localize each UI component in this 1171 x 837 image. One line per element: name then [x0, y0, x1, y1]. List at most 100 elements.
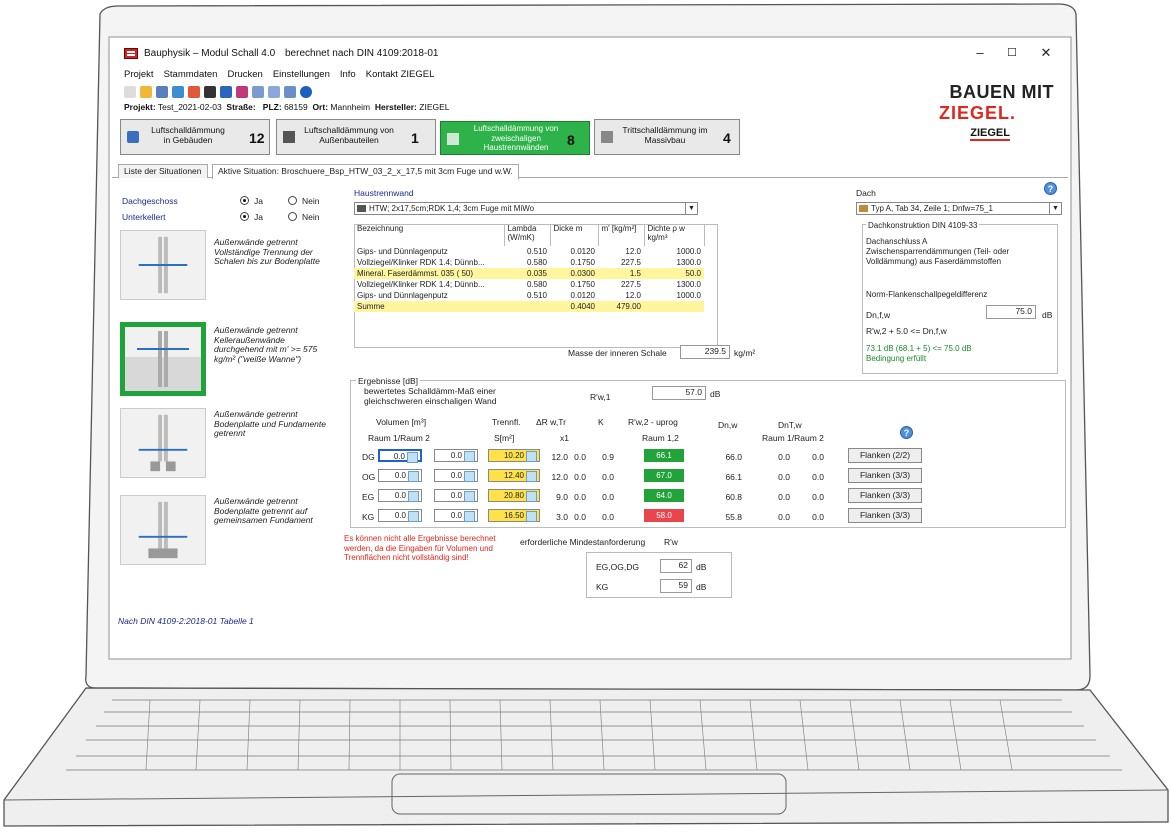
dntw-raum2-value: 0.0 — [812, 512, 824, 522]
unterkellert-ja-radio[interactable] — [240, 212, 249, 221]
dntw-raum1-value: 0.0 — [778, 492, 790, 502]
module-tab-label: Luftschalldämmung von — [304, 125, 394, 135]
variant-diagram-2[interactable] — [120, 322, 206, 396]
menu-info[interactable]: Info — [340, 69, 356, 83]
stairs-icon — [601, 131, 613, 143]
menu-drucken[interactable]: Drucken — [227, 69, 262, 83]
help-icon[interactable]: ? — [1044, 182, 1057, 195]
cell-dicke: 0.0120 — [570, 247, 595, 256]
table-row[interactable]: Vollziegel/Klinker RDK 1.4; Dünnb... 0.5… — [354, 279, 704, 290]
dnw-value: 66.1 — [725, 472, 742, 482]
module-tab-gebaeude[interactable]: Luftschalldämmung in Gebäuden 12 — [120, 119, 270, 155]
dachgeschoss-nein-radio[interactable] — [288, 196, 297, 205]
table-row[interactable]: Mineral. Faserdämmst. 035 ( 50) 0.035 0.… — [354, 268, 704, 279]
dntw-raum1-value: 0.0 — [778, 452, 790, 462]
trennflaeche-input[interactable]: 12.40 — [488, 469, 540, 482]
variant-diagram-1[interactable] — [120, 230, 206, 300]
help-icon[interactable] — [300, 86, 312, 98]
module-tab-label: Außenbauteilen — [319, 135, 379, 145]
cell-dicke: 0.0120 — [570, 291, 595, 300]
print-preview-icon[interactable] — [284, 86, 296, 98]
cell-bezeichnung: Vollziegel/Klinker RDK 1.4; Dünnb... — [357, 258, 485, 267]
tab-liste-situationen[interactable]: Liste der Situationen — [118, 164, 208, 178]
module-tab-haustrennwaende[interactable]: Luftschalldämmung von zweischaligen Haustr… — [440, 121, 590, 155]
variant-diagram-3[interactable] — [120, 408, 206, 478]
cell-bezeichnung: Gips- und Dünnlagenputz — [357, 291, 448, 300]
open-folder-icon[interactable] — [140, 86, 152, 98]
masse-innere-schale-label: Masse der inneren Schale — [568, 348, 667, 358]
unterkellert-nein-radio[interactable] — [288, 212, 297, 221]
cell-sum-dichte — [644, 301, 704, 312]
trennflaeche-input[interactable]: 16.50 — [488, 509, 540, 522]
menu-stammdaten[interactable]: Stammdaten — [164, 69, 218, 83]
dnfw-input[interactable]: 75.0 — [986, 305, 1036, 319]
ort-value: Mannheim — [330, 102, 371, 112]
dntw-raum2-value: 0.0 — [812, 472, 824, 482]
volumen-raum2-input[interactable]: 0.0 — [434, 509, 478, 522]
chevron-down-icon: ▼ — [685, 203, 697, 214]
list-icon[interactable] — [252, 86, 264, 98]
print-icon[interactable] — [268, 86, 280, 98]
trennflaeche-input[interactable]: 20.80 — [488, 489, 540, 502]
cell-masse: 227.5 — [620, 258, 641, 267]
window-icon[interactable] — [220, 86, 232, 98]
house-icon[interactable] — [188, 86, 200, 98]
dntw-raum1-value: 0.0 — [778, 512, 790, 522]
volumen-raum1-input[interactable]: 0.0 — [378, 489, 422, 502]
maximize-button[interactable]: ☐ — [1002, 45, 1022, 61]
app-icon — [124, 48, 138, 59]
flanken-button[interactable]: Flanken (2/2) — [848, 448, 922, 463]
help-icon[interactable]: ? — [900, 426, 913, 439]
address-card-icon[interactable] — [172, 86, 184, 98]
menu-kontakt[interactable]: Kontakt ZIEGEL — [366, 69, 435, 83]
cell-bezeichnung: Mineral. Faserdämmst. 035 ( 50) — [354, 268, 504, 279]
tools-icon[interactable] — [236, 86, 248, 98]
module-tab-count: 4 — [723, 130, 731, 146]
module-tab-count: 12 — [249, 130, 265, 146]
calculator-icon[interactable] — [204, 86, 216, 98]
flanken-button[interactable]: Flanken (3/3) — [848, 488, 922, 503]
variant-diagram-4[interactable] — [120, 495, 206, 565]
volumen-raum1-input[interactable]: 0.0 — [378, 449, 422, 463]
cell-lambda: 0.035 — [504, 268, 550, 279]
dachgeschoss-ja-radio[interactable] — [240, 196, 249, 205]
menu-bar: Projekt Stammdaten Drucken Einstellungen… — [124, 69, 434, 83]
table-row[interactable]: Gips- und Dünnlagenputz 0.510 0.0120 12.… — [354, 290, 704, 301]
menu-einstellungen[interactable]: Einstellungen — [273, 69, 330, 83]
module-tab-trittschall[interactable]: Trittschalldämmung im Massivbau 4 — [594, 119, 740, 155]
save-icon[interactable] — [156, 86, 168, 98]
layers-table: Bezeichnung Lambda (W/mK) Dicke m m' [kg… — [354, 224, 705, 312]
flanken-button[interactable]: Flanken (3/3) — [848, 468, 922, 483]
k-value: 0.0 — [602, 492, 614, 502]
menu-projekt[interactable]: Projekt — [124, 69, 154, 83]
module-tab-label: Massivbau — [644, 135, 686, 145]
module-tab-label: Luftschalldämmung von — [473, 124, 559, 133]
volumen-raum2-input[interactable]: 0.0 — [434, 469, 478, 482]
new-icon[interactable] — [124, 86, 136, 98]
col-raum-1-2: Raum 1,2 — [642, 433, 679, 443]
dach-result: 73.1 dB (68.1 + 5) <= 75.0 dB — [866, 344, 972, 353]
volumen-raum1-input[interactable]: 0.0 — [378, 469, 422, 482]
projekt-value: Test_2021-02-03 — [157, 102, 222, 112]
volumen-raum1-input[interactable]: 0.0 — [378, 509, 422, 522]
dach-select[interactable]: Typ A, Tab 34, Zeile 1; Dnfw=75_1 ▼ — [856, 202, 1062, 215]
module-tab-aussenbauteile[interactable]: Luftschalldämmung von Außenbauteilen 1 — [276, 119, 436, 155]
minimize-button[interactable]: – — [970, 45, 990, 61]
trennflaeche-input[interactable]: 10.20 — [488, 449, 540, 462]
volumen-raum2-input[interactable]: 0.0 — [434, 449, 478, 462]
haustrennwand-select[interactable]: HTW; 2x17,5cm;RDK 1,4; 3cm Fuge mit MiWo… — [354, 202, 698, 215]
flanken-button[interactable]: Flanken (3/3) — [848, 508, 922, 523]
rw2-value: 66.1 — [644, 449, 684, 462]
cell-dichte: 1300.0 — [676, 280, 701, 289]
table-row[interactable]: Vollziegel/Klinker RDK 1.4; Dünnb... 0.5… — [354, 257, 704, 268]
x1-value: 0.0 — [574, 452, 586, 462]
volumen-raum2-input[interactable]: 0.0 — [434, 489, 478, 502]
table-row[interactable]: Gips- und Dünnlagenputz 0.510 0.0120 12.… — [354, 246, 704, 257]
col-trennfl: Trennfl. — [492, 417, 521, 427]
floor-label: DG — [362, 452, 375, 462]
close-button[interactable]: ✕ — [1036, 45, 1056, 61]
module-tab-label: Luftschalldämmung — [151, 125, 225, 135]
cell-lambda: 0.510 — [526, 291, 547, 300]
cell-lambda: 0.580 — [526, 258, 547, 267]
tab-aktive-situation[interactable]: Aktive Situation: Broschuere_Bsp_HTW_03_… — [212, 164, 519, 179]
